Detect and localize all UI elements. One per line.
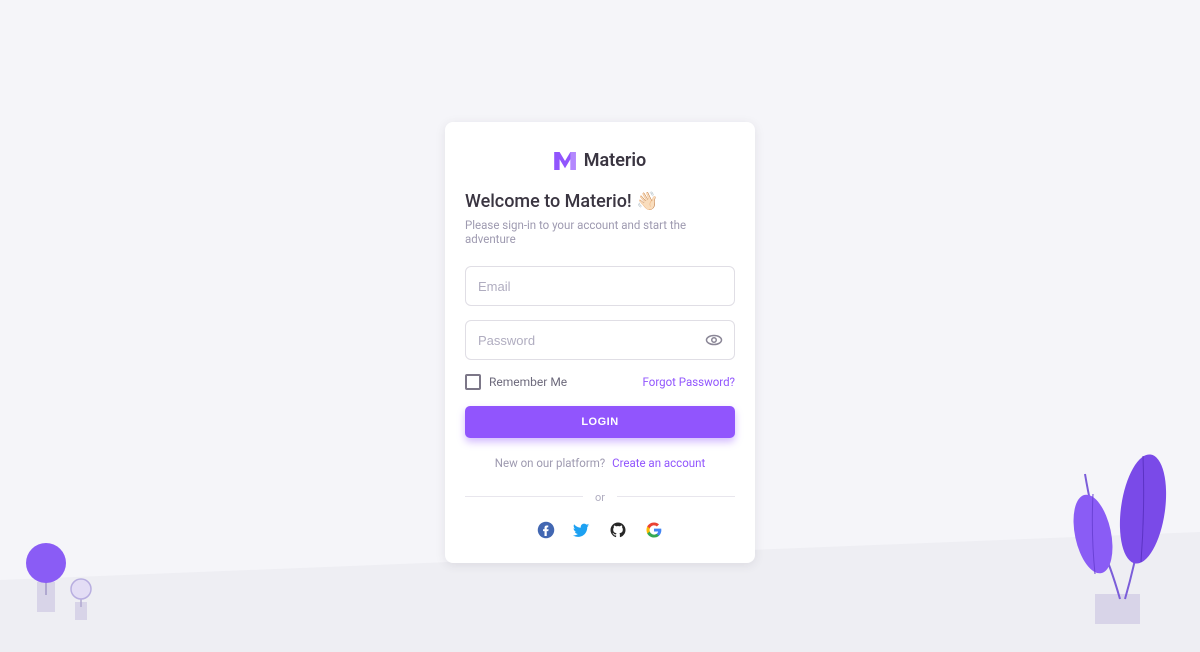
facebook-icon[interactable] [537,521,555,539]
email-field[interactable] [465,266,735,306]
google-icon[interactable] [645,521,663,539]
create-account-link[interactable]: Create an account [612,456,705,470]
social-login-row [465,521,735,539]
remember-me-checkbox-wrap[interactable]: Remember Me [465,374,567,390]
decorative-tree-left [15,527,105,627]
password-field[interactable] [465,320,735,360]
twitter-icon[interactable] [573,521,591,539]
brand-logo-icon [554,152,576,170]
social-divider: or [465,486,735,505]
signup-row: New on our platform? Create an account [465,456,735,470]
remember-forgot-row: Remember Me Forgot Password? [465,374,735,390]
login-subtext: Please sign-in to your account and start… [465,218,735,246]
github-icon[interactable] [609,521,627,539]
login-card: Materio Welcome to Materio! 👋🏻 Please si… [445,122,755,563]
login-headline: Welcome to Materio! 👋🏻 [465,191,735,212]
brand-name: Materio [584,150,647,171]
eye-icon[interactable] [705,331,723,349]
login-button[interactable]: LOGIN [465,406,735,438]
decorative-plant-right [1035,434,1185,634]
brand-logo-row: Materio [465,150,735,171]
email-field-wrap [465,266,735,306]
remember-me-label: Remember Me [489,375,567,389]
password-field-wrap [465,320,735,360]
divider-label: or [583,491,617,504]
forgot-password-link[interactable]: Forgot Password? [643,375,735,389]
signup-prompt: New on our platform? [495,456,605,470]
checkbox-icon [465,374,481,390]
